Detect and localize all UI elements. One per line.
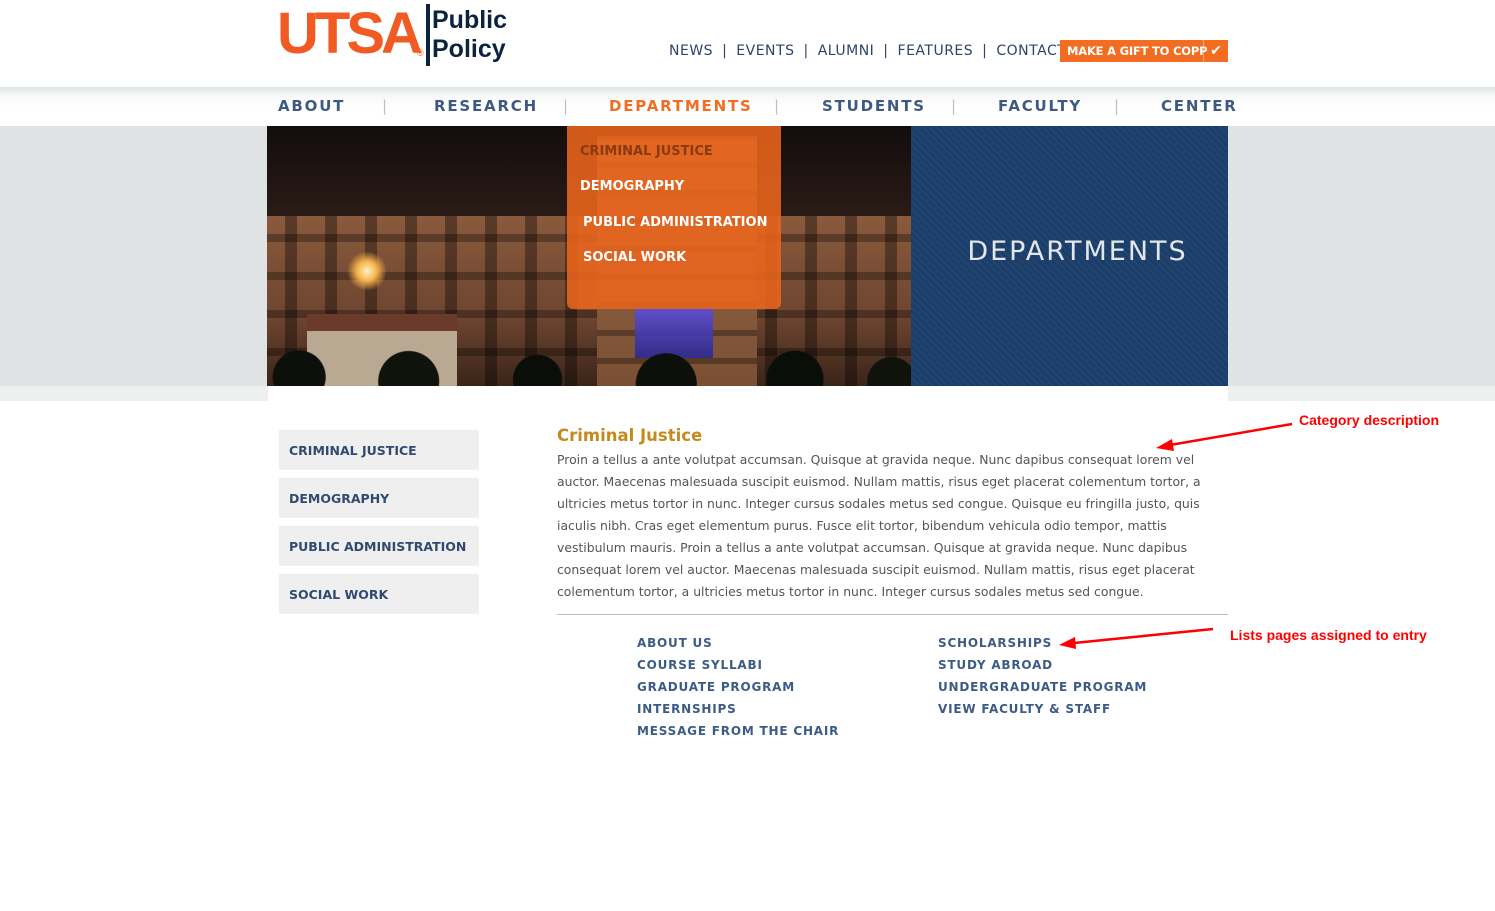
annotation-arrows (1059, 422, 1293, 649)
arrow-lists-pages (1059, 627, 1214, 649)
arrow-category-description (1156, 422, 1293, 451)
